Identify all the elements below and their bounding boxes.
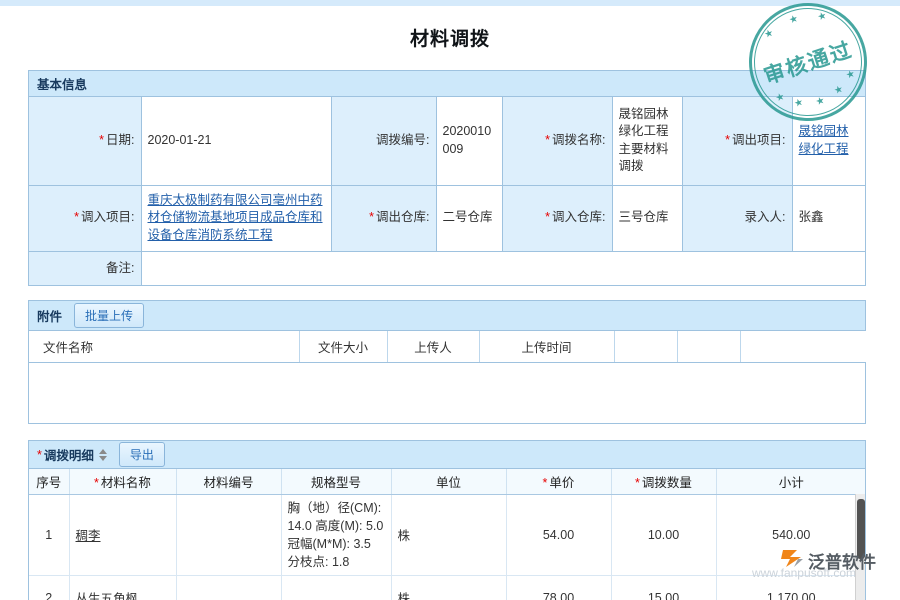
in-project-cell: 重庆太极制药有限公司亳州中药材仓储物流基地项目成品仓库和设备仓库消防系统工程	[141, 185, 331, 251]
material-transfer-page: 材料调拨 审核通过 ★ ★ ★ ★ ★ ★ ★ ★ 基本信息 *日期: 2020…	[0, 0, 900, 600]
row-unit: 株	[391, 494, 506, 576]
col-material-code: 材料编号	[176, 469, 281, 494]
col-unit-price: *单价	[506, 469, 611, 494]
fanpu-logo-text: 泛普软件	[808, 548, 876, 573]
top-strip	[0, 0, 900, 6]
recorder-value: 张鑫	[792, 185, 866, 251]
required-asterisk: *	[635, 476, 640, 490]
basic-info-section: 基本信息 *日期: 2020-01-21 调拨编号: 2020010009 *调…	[28, 70, 866, 286]
transfer-no-label-cell: 调拨编号:	[331, 97, 436, 185]
transfer-no-value: 2020010009	[436, 97, 502, 185]
out-warehouse-label-cell: *调出仓库:	[331, 185, 436, 251]
in-warehouse-label-cell: *调入仓库:	[502, 185, 612, 251]
row-spec	[281, 576, 391, 600]
recorder-label: 录入人:	[745, 210, 786, 224]
out-project-cell: 晟铭园林绿化工程	[792, 97, 866, 185]
row-seq: 2	[29, 576, 69, 600]
row-material-name-cell: 稠李	[69, 494, 176, 576]
transfer-details-title: 调拨明细	[44, 445, 94, 464]
col-spec-model: 规格型号	[281, 469, 391, 494]
required-asterisk: *	[545, 210, 550, 224]
row-seq: 1	[29, 494, 69, 576]
out-project-label-cell: *调出项目:	[682, 97, 792, 185]
required-asterisk: *	[369, 210, 374, 224]
material-name-link[interactable]: 稠李	[76, 529, 101, 543]
attachments-title: 附件	[37, 306, 62, 325]
required-asterisk: *	[545, 133, 550, 147]
sort-icon[interactable]	[99, 449, 107, 461]
required-asterisk: *	[99, 133, 104, 147]
col-empty	[614, 331, 677, 362]
remark-value	[141, 251, 866, 285]
col-empty	[677, 331, 740, 362]
attachments-header: 附件 批量上传	[29, 301, 865, 331]
row-unit: 株	[391, 576, 506, 600]
out-project-label: 调出项目:	[732, 133, 785, 147]
row-spec: 胸（地）径(CM): 14.0 高度(M): 5.0 冠幅(M*M): 3.5 …	[281, 494, 391, 576]
date-label: 日期:	[106, 133, 134, 147]
transfer-name-value: 晟铭园林绿化工程主要材料调拨	[612, 97, 682, 185]
out-project-link[interactable]: 晟铭园林绿化工程	[799, 124, 849, 156]
transfer-no-label: 调拨编号:	[376, 133, 429, 147]
transfer-details-table: 序号 *材料名称 材料编号 规格型号 单位 *单价 *调拨数量 小计 1 稠李	[29, 469, 866, 600]
in-project-link[interactable]: 重庆太极制药有限公司亳州中药材仓储物流基地项目成品仓库和设备仓库消防系统工程	[148, 193, 323, 242]
row-unit-price: 54.00	[506, 494, 611, 576]
remark-label-cell: 备注:	[29, 251, 141, 285]
col-empty	[740, 331, 866, 362]
in-warehouse-value: 三号仓库	[612, 185, 682, 251]
in-project-label: 调入项目:	[81, 210, 134, 224]
basic-info-header: 基本信息	[29, 71, 865, 97]
required-asterisk: *	[37, 448, 42, 462]
in-warehouse-label: 调入仓库:	[552, 210, 605, 224]
transfer-details-section: * 调拨明细 导出 序号 *材料名称 材料编号 规格型号 单位 *单价	[28, 440, 866, 600]
col-file-size: 文件大小	[299, 331, 387, 362]
attachments-section: 附件 批量上传 文件名称 文件大小 上传人 上传时间	[28, 300, 866, 424]
batch-upload-button[interactable]: 批量上传	[74, 303, 144, 328]
row-transfer-qty: 10.00	[611, 494, 716, 576]
fanpu-logo: 泛普软件	[780, 546, 876, 575]
export-button[interactable]: 导出	[119, 442, 165, 467]
col-transfer-qty: *调拨数量	[611, 469, 716, 494]
row-unit-price: 78.00	[506, 576, 611, 600]
page-title: 材料调拨	[0, 24, 900, 51]
transfer-name-label-cell: *调拨名称:	[502, 97, 612, 185]
col-unit: 单位	[391, 469, 506, 494]
in-project-label-cell: *调入项目:	[29, 185, 141, 251]
out-warehouse-label: 调出仓库:	[376, 210, 429, 224]
attachments-table: 文件名称 文件大小 上传人 上传时间	[29, 331, 866, 363]
row-material-code	[176, 494, 281, 576]
row-transfer-qty: 15.00	[611, 576, 716, 600]
required-asterisk: *	[543, 476, 548, 490]
col-seq: 序号	[29, 469, 69, 494]
transfer-details-header: * 调拨明细 导出	[29, 441, 865, 469]
basic-info-title: 基本信息	[37, 74, 87, 93]
col-material-name: *材料名称	[69, 469, 176, 494]
col-upload-time: 上传时间	[479, 331, 614, 362]
fanpu-logo-icon	[780, 546, 804, 575]
attachments-empty-area	[29, 363, 865, 423]
recorder-label-cell: 录入人:	[682, 185, 792, 251]
star-icon: ★	[817, 11, 829, 23]
row-material-code	[176, 576, 281, 600]
remark-label: 备注:	[106, 261, 134, 275]
date-value: 2020-01-21	[141, 97, 331, 185]
table-row: 2 丛生五角枫 株 78.00 15.00 1,170.00	[29, 576, 866, 600]
required-asterisk: *	[94, 476, 99, 490]
date-label-cell: *日期:	[29, 97, 141, 185]
col-uploader: 上传人	[387, 331, 479, 362]
out-warehouse-value: 二号仓库	[436, 185, 502, 251]
col-file-name: 文件名称	[29, 331, 299, 362]
required-asterisk: *	[725, 133, 730, 147]
basic-info-table: *日期: 2020-01-21 调拨编号: 2020010009 *调拨名称: …	[29, 97, 866, 285]
row-material-name-cell: 丛生五角枫	[69, 576, 176, 600]
transfer-name-label: 调拨名称:	[552, 133, 605, 147]
col-subtotal: 小计	[716, 469, 866, 494]
table-row: 1 稠李 胸（地）径(CM): 14.0 高度(M): 5.0 冠幅(M*M):…	[29, 494, 866, 576]
required-asterisk: *	[74, 210, 79, 224]
material-name-link[interactable]: 丛生五角枫	[76, 592, 139, 600]
